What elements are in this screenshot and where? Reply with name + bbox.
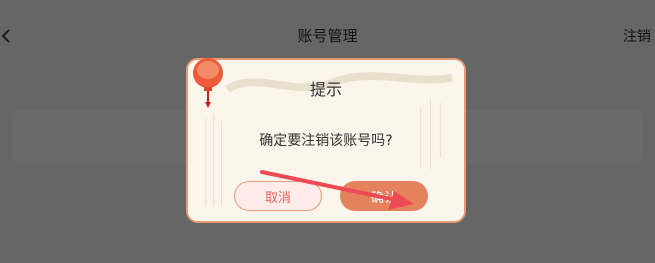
page-title: 账号管理 <box>297 27 358 45</box>
dialog-title: 提示 <box>309 80 342 99</box>
cancel-button[interactable]: 取消 <box>234 181 322 211</box>
deactivate-account-link[interactable]: 注销 <box>623 26 651 46</box>
dialog-message: 确定要注销该账号吗? <box>259 133 393 149</box>
lantern-icon <box>193 58 223 108</box>
confirm-dialog: 提示 确定要注销该账号吗? 取消 确认 <box>186 58 466 223</box>
confirm-button[interactable]: 确认 <box>340 181 428 211</box>
